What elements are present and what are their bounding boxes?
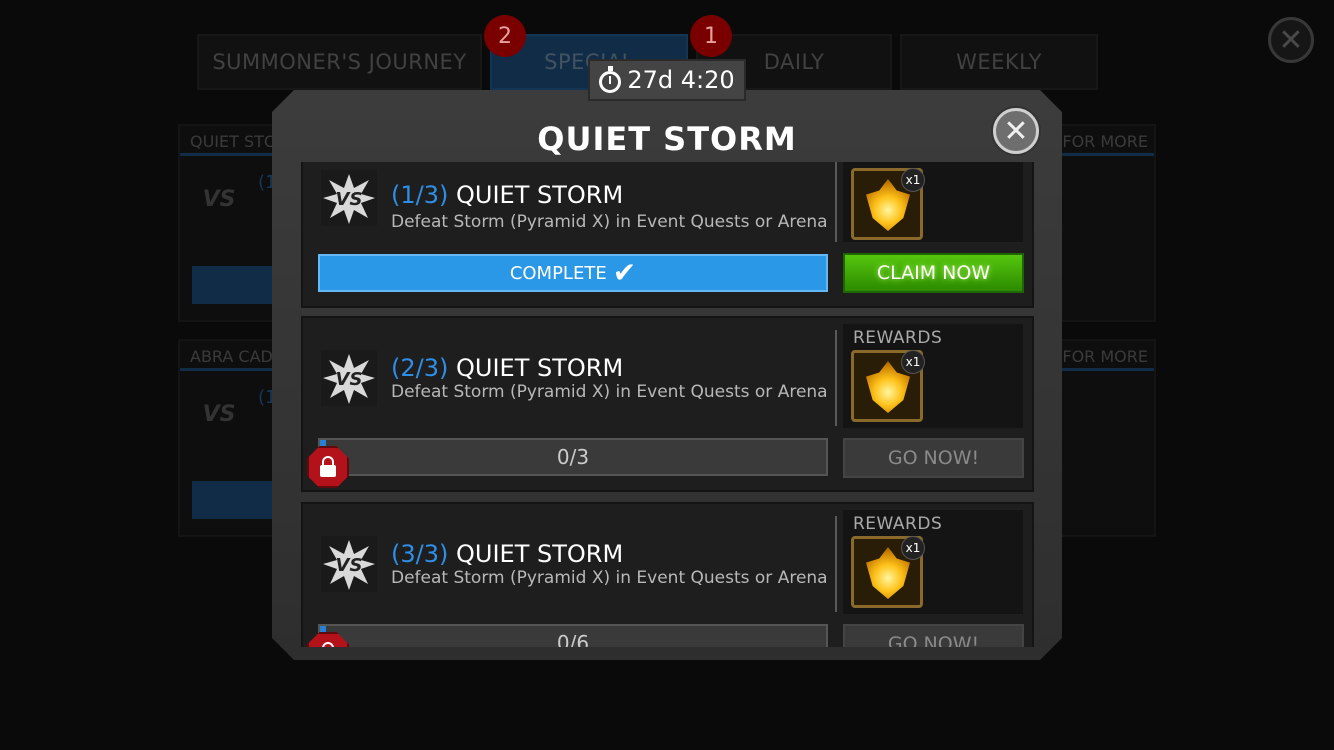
tab-daily-badge: 1 — [690, 15, 732, 57]
quest-description: Defeat Storm (Pyramid X) in Event Quests… — [391, 568, 828, 588]
quest-progress-bar: 0/3 — [318, 438, 828, 476]
complete-status: COMPLETE ✔ — [318, 254, 828, 292]
rewards-label: REWARDS — [853, 514, 943, 534]
card-button[interactable] — [192, 481, 282, 519]
close-icon[interactable]: ✕ — [993, 108, 1039, 154]
svg-text:VS: VS — [336, 369, 363, 390]
quest-title: (2/3) QUIET STORM — [391, 354, 623, 382]
vs-icon: VS — [202, 401, 236, 427]
claim-now-button[interactable]: CLAIM NOW — [843, 253, 1024, 293]
progress-text: 0/3 — [556, 445, 590, 469]
quest-description: Defeat Storm (Pyramid X) in Event Quests… — [391, 212, 828, 232]
quest-title: (3/3) QUIET STORM — [391, 540, 623, 568]
tab-label: SUMMONER'S JOURNEY — [212, 50, 467, 74]
timer-text: 27d 4:20 — [627, 66, 735, 94]
quest-name: QUIET STORM — [456, 181, 624, 209]
card-button[interactable] — [192, 266, 282, 304]
rewards-box: x1 — [843, 162, 1023, 242]
modal-title: QUIET STORM — [537, 120, 797, 158]
reward-quantity: x1 — [901, 536, 925, 560]
vs-icon: VS — [202, 186, 236, 212]
reward-quantity: x1 — [901, 168, 925, 192]
card-more-label: FOR MORE — [1062, 132, 1148, 151]
divider — [835, 330, 837, 426]
quest-step: (3/3) — [391, 540, 449, 568]
quest-progress-bar: 0/6 — [318, 624, 828, 647]
tab-special-badge: 2 — [484, 15, 526, 57]
rewards-box: REWARDS x1 — [843, 510, 1023, 614]
quest-name: QUIET STORM — [456, 540, 624, 568]
vs-icon: VS — [321, 536, 377, 592]
reward-quantity: x1 — [901, 350, 925, 374]
go-now-button[interactable]: GO NOW! — [843, 438, 1024, 478]
divider — [835, 516, 837, 612]
quest-row: VS (3/3) QUIET STORM Defeat Storm (Pyram… — [301, 502, 1034, 647]
quest-title: (1/3) QUIET STORM — [391, 181, 623, 209]
screen-close-icon[interactable]: ✕ — [1268, 17, 1314, 63]
quest-description: Defeat Storm (Pyramid X) in Event Quests… — [391, 382, 828, 402]
quest-step: (2/3) — [391, 354, 449, 382]
quest-row: VS (1/3) QUIET STORM Defeat Storm (Pyram… — [301, 162, 1034, 308]
rewards-label: REWARDS — [853, 328, 943, 348]
go-now-button[interactable]: GO NOW! — [843, 624, 1024, 647]
tab-label: DAILY — [763, 50, 825, 74]
svg-text:VS: VS — [336, 555, 363, 576]
quest-step: (1/3) — [391, 181, 449, 209]
quest-row: VS (2/3) QUIET STORM Defeat Storm (Pyram… — [301, 316, 1034, 492]
tab-label: WEEKLY — [956, 50, 1042, 74]
tab-weekly[interactable]: WEEKLY — [900, 34, 1098, 90]
divider — [835, 162, 837, 242]
progress-text: 0/6 — [556, 631, 590, 647]
quest-list[interactable]: VS (1/3) QUIET STORM Defeat Storm (Pyram… — [301, 162, 1034, 647]
card-title: QUIET STO — [190, 132, 277, 151]
complete-label: COMPLETE — [509, 262, 607, 284]
quest-name: QUIET STORM — [456, 354, 624, 382]
quest-modal: QUIET STORM ✕ VS (1/3) QUIET STORM Defea… — [272, 90, 1062, 660]
checkmark-icon: ✔ — [612, 256, 637, 289]
card-title: ABRA CAD — [190, 347, 273, 366]
vs-icon: VS — [321, 350, 377, 406]
tab-summoners-journey[interactable]: SUMMONER'S JOURNEY — [197, 34, 482, 90]
vs-icon: VS — [321, 170, 377, 226]
svg-text:VS: VS — [336, 189, 363, 210]
card-more-label: FOR MORE — [1062, 347, 1148, 366]
rewards-box: REWARDS x1 — [843, 324, 1023, 428]
stopwatch-icon — [599, 65, 622, 93]
event-timer: 27d 4:20 — [588, 59, 746, 101]
